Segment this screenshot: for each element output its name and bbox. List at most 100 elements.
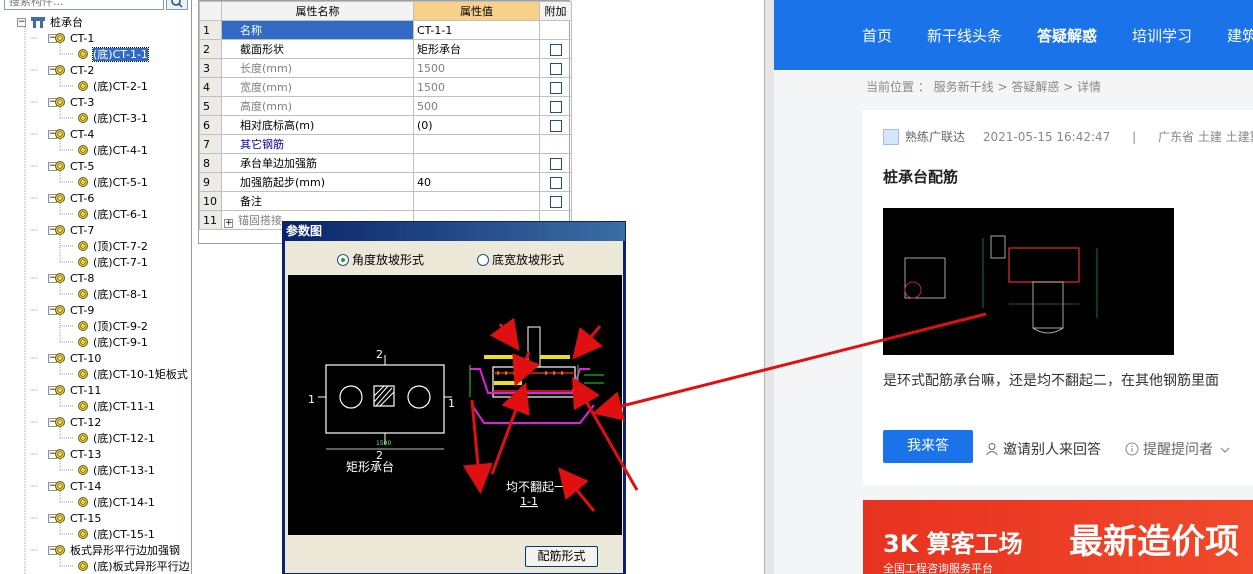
tree-group-14[interactable]: − CT-14 [48, 479, 101, 494]
expand-toggle-icon[interactable]: + [224, 219, 233, 228]
question-image[interactable] [883, 208, 1174, 355]
property-value[interactable]: 1500 [413, 58, 540, 78]
tree-item-3-1[interactable]: (底)CT-3-1 [78, 111, 148, 126]
row-number[interactable]: 1 [199, 20, 222, 40]
property-value[interactable] [413, 153, 540, 173]
property-row[interactable]: 4 宽度(mm) 1500 [199, 77, 572, 97]
tree-item-6-1[interactable]: (底)CT-6-1 [78, 207, 148, 222]
property-value[interactable]: 矩形承台 [413, 39, 540, 59]
tree-group-9[interactable]: − CT-9 [48, 303, 94, 318]
row-number[interactable]: 2 [199, 39, 222, 59]
tree-group-7[interactable]: − CT-7 [48, 223, 94, 238]
row-number[interactable]: 6 [199, 115, 222, 135]
attach-checkbox[interactable] [549, 81, 562, 94]
invite-answer-link[interactable]: 邀请别人来回答 [985, 439, 1101, 459]
tree-item-4-1[interactable]: (底)CT-4-1 [78, 143, 148, 158]
property-row[interactable]: 10 备注 [199, 191, 572, 211]
attach-checkbox[interactable] [549, 62, 562, 75]
tree-group-8[interactable]: − CT-8 [48, 271, 94, 286]
header-property-name[interactable]: 属性名称 [221, 1, 414, 21]
avatar[interactable] [883, 129, 899, 145]
tree-group-6[interactable]: − CT-6 [48, 191, 94, 206]
attach-checkbox[interactable] [549, 195, 562, 208]
attach-checkbox[interactable] [549, 157, 562, 170]
tree-item-7-2[interactable]: (底)CT-7-1 [78, 255, 148, 270]
row-number[interactable]: 8 [199, 153, 222, 173]
radio-dot-selected[interactable] [337, 254, 349, 266]
nav-building[interactable]: 建筑 [1227, 25, 1253, 46]
collapse-toggle-icon[interactable]: − [17, 18, 26, 27]
radio-angle-slope[interactable]: 角度放坡形式 [337, 251, 424, 268]
property-value[interactable] [413, 191, 540, 211]
tree-item-5-1[interactable]: (底)CT-5-1 [78, 175, 148, 190]
tree-group-5[interactable]: − CT-5 [48, 159, 94, 174]
nav-training[interactable]: 培训学习 [1132, 25, 1192, 46]
row-number[interactable]: 5 [199, 96, 222, 116]
property-value[interactable]: (0) [413, 115, 540, 135]
tree-item-15-1[interactable]: (底)CT-15-1 [78, 527, 155, 542]
property-value[interactable]: 40 [413, 172, 540, 192]
tree-group-10[interactable]: − CT-10 [48, 351, 101, 366]
row-number[interactable]: 9 [199, 172, 222, 192]
reinforcement-form-button[interactable]: 配筋形式 [525, 546, 598, 567]
property-row[interactable]: 8 承台单边加强筋 [199, 153, 572, 173]
tree-group-16[interactable]: − 板式异形平行边加强钢 [48, 543, 180, 558]
property-row[interactable]: 7 其它钢筋 [199, 134, 572, 154]
row-number[interactable]: 11 [199, 210, 222, 230]
property-value[interactable] [413, 134, 540, 154]
tree-group-2[interactable]: − CT-2 [48, 63, 94, 78]
component-icon [78, 241, 88, 251]
tree-group-15[interactable]: − CT-15 [48, 511, 101, 526]
radio-dot[interactable] [477, 254, 489, 266]
property-row[interactable]: 5 高度(mm) 500 [199, 96, 572, 116]
attach-checkbox[interactable] [549, 100, 562, 113]
tree-item-1-1[interactable]: (底)CT-1-1 [78, 47, 149, 62]
property-name-text: 名称 [240, 24, 262, 37]
tree-item-8-1[interactable]: (底)CT-8-1 [78, 287, 148, 302]
row-number[interactable]: 7 [199, 134, 222, 154]
ad-banner[interactable]: 3K 算客工场 全国工程咨询服务平台 最新造价项 [863, 500, 1253, 574]
property-row[interactable]: 3 长度(mm) 1500 [199, 58, 572, 78]
tree-item-2-1[interactable]: (底)CT-2-1 [78, 79, 148, 94]
tree-item-10-1[interactable]: (底)CT-10-1矩板式 [78, 367, 188, 382]
nav-qa[interactable]: 答疑解惑 [1037, 25, 1097, 46]
tree-item-9-2[interactable]: (底)CT-9-1 [78, 335, 148, 350]
attach-checkbox[interactable] [549, 43, 562, 56]
radio-bottom-width-slope[interactable]: 底宽放坡形式 [477, 251, 564, 268]
tree-group-4[interactable]: − CT-4 [48, 127, 94, 142]
tree-item-12-1[interactable]: (底)CT-12-1 [78, 431, 155, 446]
dialog-title[interactable]: 参数图 [283, 222, 625, 241]
property-value[interactable]: CT-1-1 [413, 20, 540, 40]
tree-item-9-1[interactable]: (顶)CT-9-2 [78, 319, 148, 334]
nav-home[interactable]: 首页 [862, 25, 892, 46]
property-row[interactable]: 6 相对底标高(m) (0) [199, 115, 572, 135]
row-number[interactable]: 4 [199, 77, 222, 97]
property-row[interactable]: 1 名称 CT-1-1 [199, 20, 572, 40]
tree-item-13-1[interactable]: (底)CT-13-1 [78, 463, 155, 478]
property-value[interactable]: 500 [413, 96, 540, 116]
attach-checkbox[interactable] [549, 119, 562, 132]
tree-item-7-1[interactable]: (顶)CT-7-2 [78, 239, 148, 254]
row-number[interactable]: 3 [199, 58, 222, 78]
attach-checkbox[interactable] [549, 176, 562, 189]
header-property-value[interactable]: 属性值 [413, 1, 540, 21]
tree-group-3[interactable]: − CT-3 [48, 95, 94, 110]
answer-button[interactable]: 我来答 [883, 430, 973, 463]
remind-asker-link[interactable]: 提醒提问者 [1125, 439, 1230, 459]
tree-root-pile-cap[interactable]: − 桩承台 [17, 15, 83, 30]
property-row[interactable]: 9 加强筋起步(mm) 40 [199, 172, 572, 192]
tree-group-1[interactable]: − CT-1 [48, 31, 94, 46]
property-row[interactable]: 2 截面形状 矩形承台 [199, 39, 572, 59]
nav-headlines[interactable]: 新干线头条 [927, 25, 1002, 46]
tree-item-14-1[interactable]: (底)CT-14-1 [78, 495, 155, 510]
header-attach[interactable]: 附加 [539, 1, 572, 21]
author-name[interactable]: 熟练广联达 [905, 130, 965, 144]
property-value[interactable]: 1500 [413, 77, 540, 97]
tree-group-12[interactable]: − CT-12 [48, 415, 101, 430]
window-divider[interactable] [764, 0, 774, 574]
tree-group-11[interactable]: − CT-11 [48, 383, 101, 398]
tree-item-11-1[interactable]: (底)CT-11-1 [78, 399, 155, 414]
tree-group-13[interactable]: − CT-13 [48, 447, 101, 462]
row-number[interactable]: 10 [199, 191, 222, 211]
tree-item-16-1[interactable]: (底)板式异形平行边 [78, 559, 190, 574]
